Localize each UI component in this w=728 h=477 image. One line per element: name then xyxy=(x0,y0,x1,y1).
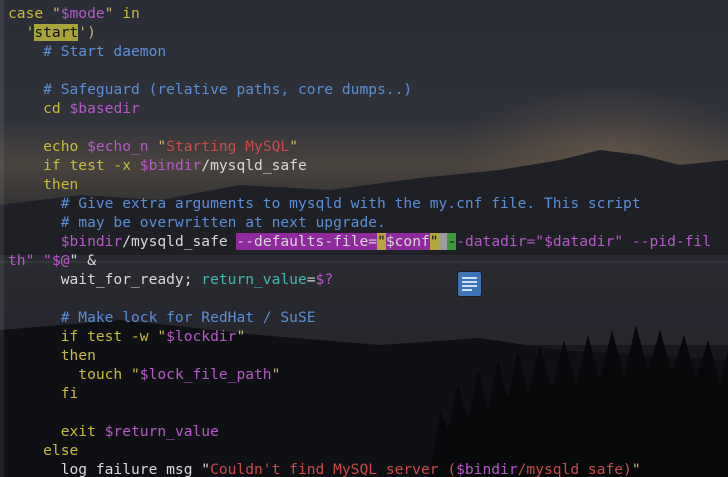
code-token: case xyxy=(8,5,52,22)
code-token: " xyxy=(51,5,61,22)
code-token: exit xyxy=(8,423,105,440)
code-line[interactable]: then xyxy=(8,346,96,365)
code-line[interactable]: exit $return_value xyxy=(8,422,219,441)
code-token: wait_for_ready; xyxy=(8,271,202,288)
code-token: --defaults-file= xyxy=(236,233,378,250)
code-token: $return_value xyxy=(104,423,219,440)
code-token: # Safeguard (relative paths, core dumps.… xyxy=(8,81,413,98)
code-token: /mysqld_safe xyxy=(201,157,307,174)
code-token: start xyxy=(34,24,79,41)
code-token: " & xyxy=(69,252,96,269)
code-line[interactable]: echo $echo_n "Starting MySQL" xyxy=(8,137,298,156)
code-line[interactable]: if test -x $bindir/mysqld_safe xyxy=(8,156,307,175)
code-token: $datadir xyxy=(544,233,615,250)
code-token: " xyxy=(148,138,167,155)
document-lines-icon[interactable] xyxy=(458,272,481,296)
code-token: $lockdir xyxy=(166,328,237,345)
code-line[interactable]: # may be overwritten at next upgrade. xyxy=(8,213,386,232)
code-token: $? xyxy=(315,271,334,288)
code-line[interactable]: case "$mode" in xyxy=(8,4,140,23)
code-token: - xyxy=(447,233,457,250)
code-token: fi xyxy=(8,385,79,402)
code-line[interactable]: fi xyxy=(8,384,79,403)
code-line[interactable]: then xyxy=(8,175,78,194)
code-token: in xyxy=(113,5,140,22)
code-token: # Give extra arguments to mysqld with th… xyxy=(8,195,641,212)
code-token: $bindir xyxy=(139,157,202,174)
code-token: $mode xyxy=(60,5,105,22)
code-token: $bindir xyxy=(60,233,123,250)
code-line[interactable]: $bindir/mysqld_safe --defaults-file="$co… xyxy=(8,232,711,251)
code-line[interactable]: wait_for_ready; return_value=$? xyxy=(8,270,333,289)
code-token: else xyxy=(8,442,79,459)
code-line[interactable]: touch "$lock_file_path" xyxy=(8,365,280,384)
code-line[interactable]: cd $basedir xyxy=(8,99,140,118)
code-token: then xyxy=(8,176,79,193)
code-token: Couldn't find MySQL server ( xyxy=(210,461,457,477)
code-editor[interactable]: case "$mode" in 'start') # Start daemon … xyxy=(8,4,728,477)
code-token: " xyxy=(377,233,386,250)
code-line[interactable]: 'start') xyxy=(8,23,96,42)
code-token: then xyxy=(8,347,96,364)
code-token: return_value xyxy=(201,271,307,288)
code-line[interactable]: # Start daemon xyxy=(8,42,166,61)
code-token: $lock_file_path xyxy=(139,366,272,383)
code-token: if test -w " xyxy=(8,328,167,345)
code-token: $bindir xyxy=(456,461,518,477)
code-token: " xyxy=(429,233,439,250)
code-token: /mysqld_safe xyxy=(122,233,237,250)
code-line[interactable]: if test -w "$lockdir" xyxy=(8,327,246,346)
code-line[interactable]: # Safeguard (relative paths, core dumps.… xyxy=(8,80,412,99)
code-token: ') xyxy=(78,24,96,41)
code-token: echo xyxy=(8,138,88,155)
code-token: Starting MySQL xyxy=(166,138,290,155)
code-token: touch " xyxy=(8,366,140,383)
code-token: log_failure_msg " xyxy=(8,461,211,477)
code-token: ' xyxy=(8,24,35,41)
code-line[interactable]: log_failure_msg "Couldn't find MySQL ser… xyxy=(8,460,641,477)
code-token: " --pid-fil xyxy=(614,233,712,250)
editor-gutter-edge xyxy=(0,0,4,477)
code-token: $@ xyxy=(51,252,70,269)
code-token: $echo_n xyxy=(87,138,149,155)
code-token: " xyxy=(289,138,298,155)
code-token: /mysqld_safe) xyxy=(517,461,632,477)
code-token: " xyxy=(236,328,246,345)
code-token: # Make lock for RedHat / SuSE xyxy=(8,309,316,326)
code-token: if test -x xyxy=(8,157,140,174)
code-line[interactable]: # Make lock for RedHat / SuSE xyxy=(8,308,316,327)
code-token: # Start daemon xyxy=(8,43,167,60)
code-line[interactable]: else xyxy=(8,441,78,460)
code-token: " xyxy=(631,461,641,477)
code-token: # may be overwritten at next upgrade. xyxy=(8,214,386,231)
code-token: th" " xyxy=(8,252,52,269)
code-token: cd xyxy=(8,100,70,117)
code-line[interactable]: th" "$@" & xyxy=(8,251,96,270)
code-token: = xyxy=(306,271,316,288)
code-token: $basedir xyxy=(69,100,140,117)
code-line[interactable]: # Give extra arguments to mysqld with th… xyxy=(8,194,641,213)
code-token: -datadir=" xyxy=(456,233,545,250)
code-token: " xyxy=(271,366,281,383)
code-token: $conf xyxy=(385,233,430,250)
